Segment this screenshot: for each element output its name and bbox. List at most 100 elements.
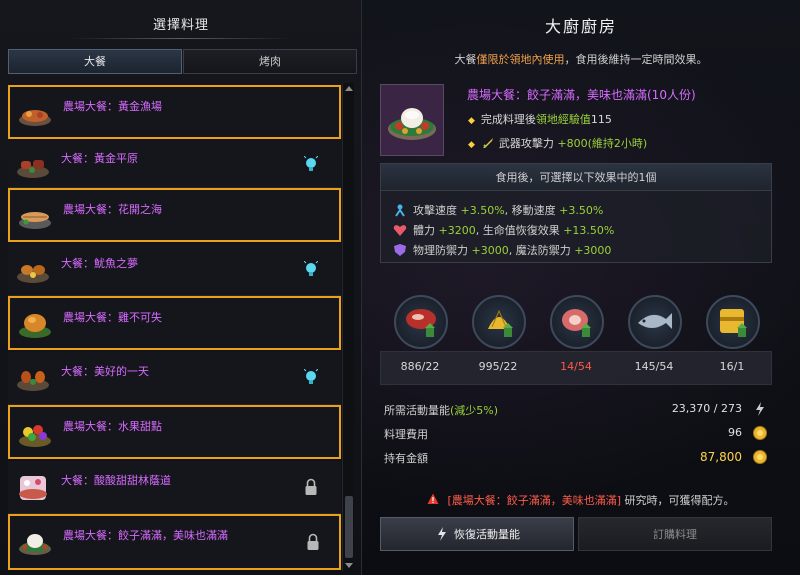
effect-label: 體力 xyxy=(413,224,435,237)
order-dish-button[interactable]: 訂購料理 xyxy=(578,517,772,551)
restore-energy-label: 恢復活動量能 xyxy=(454,528,520,541)
cost-row: 料理費用 96 xyxy=(380,426,772,446)
ingredient-count: 995/22 xyxy=(478,360,518,373)
scroll-down-arrow-icon[interactable] xyxy=(344,560,354,570)
recipe-list-item[interactable]: 農場大餐：黃金漁場 xyxy=(8,85,341,139)
gold-coin-icon xyxy=(753,450,767,464)
energy-label: 所需活動量能(減少5%) xyxy=(384,404,499,417)
scroll-up-arrow-icon[interactable] xyxy=(344,84,354,94)
bullet-icon: ◆ xyxy=(468,116,475,126)
kitchen-subtitle: 大餐僅限於領地內使用，食用後維持一定時間效果。 xyxy=(362,51,800,67)
recipe-name: 農場大餐：雞不可失 xyxy=(63,311,162,324)
recipe-list-item[interactable]: 大餐：酸酸甜甜林蔭道 xyxy=(8,461,341,514)
effect-option[interactable]: 體力 +3200, 生命值恢復效果 +13.50% xyxy=(393,222,614,238)
shield-icon xyxy=(394,244,406,256)
heart-icon xyxy=(393,225,407,236)
subtitle-part: ，食用後維持一定時間效果。 xyxy=(564,53,708,66)
recipe-name: 農場大餐：花開之海 xyxy=(63,203,162,216)
lightbulb-icon xyxy=(303,368,319,387)
research-warning: [農場大餐：餃子滿滿，美味也滿滿] 研究時，可獲得配方。 xyxy=(362,492,800,508)
bullet-icon: ◆ xyxy=(468,140,475,150)
gold-label: 持有金額 xyxy=(384,452,428,465)
recipe-name: 大餐：魷魚之夢 xyxy=(61,257,138,270)
bonus-value: 115 xyxy=(590,113,612,126)
selected-dish-icon xyxy=(380,84,444,156)
effect-label: , 魔法防禦力 xyxy=(508,244,571,257)
bonus-exp: ◆ 完成料理後領地經驗值115 xyxy=(468,111,612,127)
recipe-list-item[interactable]: 農場大餐：花開之海 xyxy=(8,188,341,242)
recipe-list-item[interactable]: 大餐：黃金平原 xyxy=(8,139,341,188)
energy-row: 所需活動量能(減少5%) 23,370 / 273 xyxy=(380,402,772,422)
speed-icon xyxy=(395,204,405,217)
title-divider xyxy=(70,38,292,39)
bonus-value: +800 xyxy=(557,137,588,150)
effect-value: +3000 xyxy=(574,244,612,257)
dessert-platter-icon xyxy=(14,470,52,504)
fish-icon xyxy=(628,295,682,349)
ingredient-count: 14/54 xyxy=(560,360,592,373)
effect-option[interactable]: 物理防禦力 +3000, 魔法防禦力 +3000 xyxy=(393,242,611,258)
ham-icon xyxy=(550,295,604,349)
effect-option[interactable]: 攻擊速度 +3.50%, 移動速度 +3.50% xyxy=(393,202,603,218)
effect-label: , 生命值恢復效果 xyxy=(475,224,560,237)
subtitle-highlight: 僅限於領地內使用 xyxy=(476,53,565,66)
gold-value: 87,800 xyxy=(700,450,742,464)
recipe-list-item[interactable]: 農場大餐：水果甜點 xyxy=(8,405,341,459)
bonus-highlight: 領地經驗值 xyxy=(535,113,591,126)
drumstick-platter-icon xyxy=(14,361,52,395)
recipe-name: 農場大餐：餃子滿滿，美味也滿滿 xyxy=(63,529,228,542)
recipe-list-item[interactable]: 大餐：魷魚之夢 xyxy=(8,244,341,296)
tab-meal[interactable]: 大餐 xyxy=(8,49,182,74)
recipe-list-item[interactable]: 大餐：美好的一天 xyxy=(8,352,341,405)
selected-dish-name: 農場大餐：餃子滿滿，美味也滿滿(10人份) xyxy=(467,88,696,102)
effect-header: 食用後，可選擇以下效果中的1個 xyxy=(381,164,771,191)
recipe-name: 大餐：美好的一天 xyxy=(61,365,149,378)
fruit-platter-icon xyxy=(16,416,54,450)
subtitle-part: 大餐 xyxy=(454,53,477,66)
effect-value: +13.50% xyxy=(563,224,615,237)
ingredients-row: 886/22 995/22 14/54 145/54 16/1 xyxy=(380,295,772,383)
ingredient-count: 886/22 xyxy=(400,360,440,373)
warning-icon xyxy=(427,493,439,504)
effect-label: , 移動速度 xyxy=(504,204,556,217)
scroll-thumb[interactable] xyxy=(345,496,353,558)
recipe-name: 大餐：酸酸甜甜林蔭道 xyxy=(61,474,171,487)
energy-icon xyxy=(438,527,446,541)
panel-title: 選擇料理 xyxy=(152,18,209,33)
warning-dish: [農場大餐：餃子滿滿，美味也滿滿] xyxy=(447,494,622,507)
seafood-platter-icon xyxy=(16,199,54,233)
recipe-list-item[interactable]: 農場大餐：餃子滿滿，美味也滿滿 xyxy=(8,514,341,570)
grain-icon xyxy=(472,295,526,349)
tab-bbq[interactable]: 烤肉 xyxy=(183,49,357,74)
gold-coin-icon xyxy=(753,426,767,440)
effect-value: +3.50% xyxy=(460,204,505,217)
bonus-text: 武器攻擊力 xyxy=(498,137,554,150)
roast-chicken-icon xyxy=(16,307,54,341)
recipe-name: 大餐：黃金平原 xyxy=(61,152,138,165)
recipe-list: 農場大餐：黃金漁場 大餐：黃金平原農場大餐：花開之海 大餐：魷魚之夢農場大餐：雞不可… xyxy=(8,82,341,572)
recipe-name: 農場大餐：黃金漁場 xyxy=(63,100,162,113)
effect-label: 攻擊速度 xyxy=(413,204,457,217)
kitchen-title: 大廚廚房 xyxy=(544,17,617,36)
effect-options-box: 食用後，可選擇以下效果中的1個 攻擊速度 +3.50%, 移動速度 +3.50%… xyxy=(380,163,772,263)
bonus-attack: ◆ 武器攻擊力 +800(維持2小時) xyxy=(468,135,647,151)
scrollbar[interactable] xyxy=(342,83,354,571)
sword-icon xyxy=(482,138,493,148)
effect-value: +3200 xyxy=(438,224,476,237)
ingredient-count: 145/54 xyxy=(634,360,674,373)
energy-icon xyxy=(756,402,764,416)
recipe-list-item[interactable]: 農場大餐：雞不可失 xyxy=(8,296,341,350)
effect-label: 物理防禦力 xyxy=(413,244,468,257)
cost-label: 料理費用 xyxy=(384,428,428,441)
gold-box-icon xyxy=(706,295,760,349)
fish-platter-icon xyxy=(16,96,54,130)
bonus-duration: (維持2小時) xyxy=(587,137,648,150)
lightbulb-icon xyxy=(303,155,319,174)
chicken-platter-icon xyxy=(14,253,52,287)
bonus-text: 完成料理後 xyxy=(480,113,536,126)
lock-icon xyxy=(306,533,320,551)
restore-energy-button[interactable]: 恢復活動量能 xyxy=(380,517,574,551)
recipe-list-panel: 選擇料理 大餐 烤肉 農場大餐：黃金漁場 大餐：黃金平原農場大餐：花開之海 大餐：魷… xyxy=(0,0,362,575)
lightbulb-icon xyxy=(303,260,319,279)
lock-icon xyxy=(304,478,318,496)
